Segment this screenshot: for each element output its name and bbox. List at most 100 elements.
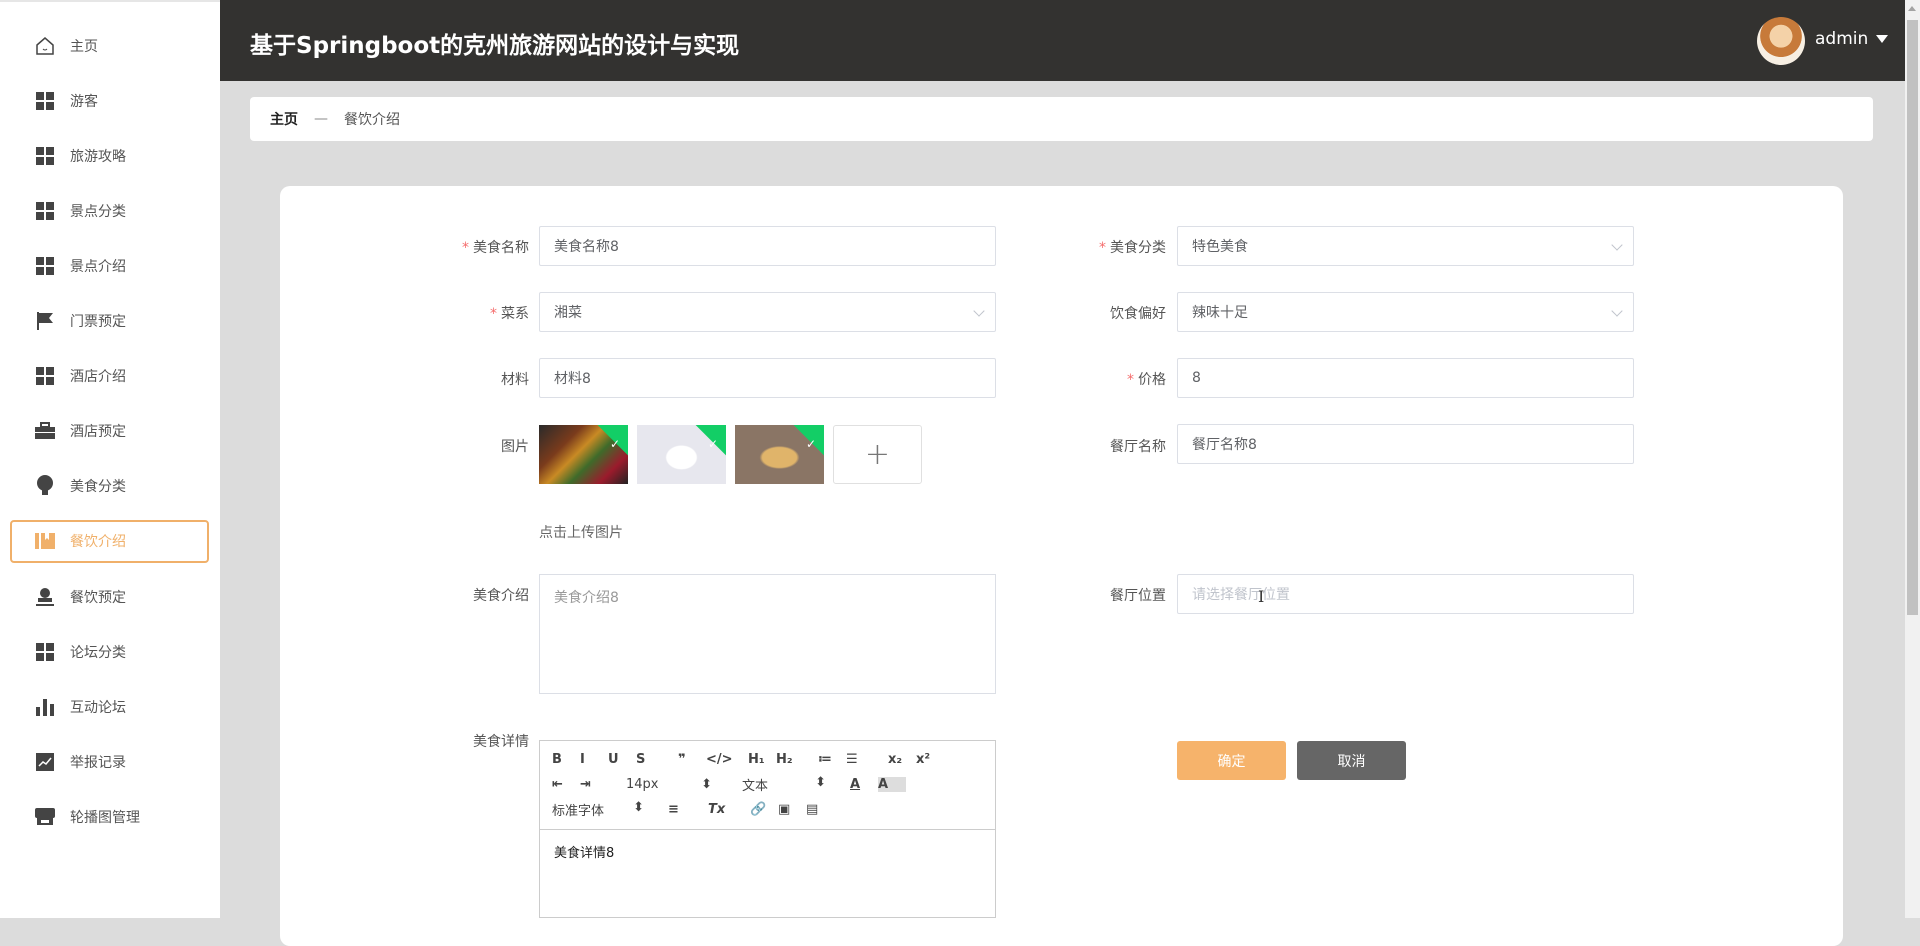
sidebar-item-0[interactable]: 主页 (10, 24, 209, 67)
sidebar-item-6[interactable]: 酒店介绍 (10, 355, 209, 398)
preference-select[interactable]: 辣味十足 (1177, 292, 1634, 332)
intro-textarea[interactable]: 美食介绍8 (539, 574, 996, 694)
subscript-button[interactable]: x₂ (888, 752, 916, 767)
sidebar-item-label: 旅游攻略 (70, 148, 126, 165)
upload-button[interactable]: + (833, 425, 922, 484)
username: admin (1815, 29, 1869, 49)
app-title: 基于Springboot的克州旅游网站的设计与实现 (250, 33, 740, 59)
sidebar-item-label: 酒店预定 (70, 424, 126, 441)
rich-text-editor: B I U S ❞ </> H₁ H₂ ≔ ☰ x₂ x² ⇤ ⇥ 14px ⬍ 文本 ⬍ A A 标准… (539, 740, 996, 918)
header-select[interactable]: 文本 ⬍ (742, 775, 826, 794)
breadcrumb-home[interactable]: 主页 (270, 109, 298, 129)
sidebar-item-14[interactable]: 轮播图管理 (10, 795, 209, 838)
chevron-down-icon (973, 305, 985, 317)
sidebar-item-label: 游客 (70, 93, 98, 110)
text-cursor-icon: I (1258, 587, 1265, 606)
name-input[interactable]: 美食名称8 (539, 226, 996, 266)
grid-icon (34, 145, 56, 167)
grid-icon (34, 200, 56, 222)
outdent-button[interactable]: ⇤ (552, 777, 580, 792)
scrollbar-thumb[interactable] (1907, 20, 1918, 615)
category-select[interactable]: 特色美食 (1177, 226, 1634, 266)
sidebar-item-label: 景点介绍 (70, 258, 126, 275)
bulb-icon (34, 475, 56, 497)
sidebar-item-1[interactable]: 游客 (10, 79, 209, 122)
indent-button[interactable]: ⇥ (580, 777, 608, 792)
superscript-button[interactable]: x² (916, 752, 944, 767)
sidebar-item-11[interactable]: 论坛分类 (10, 630, 209, 673)
upload-hint[interactable]: 点击上传图片 (539, 522, 623, 542)
align-button[interactable]: ≡ (668, 802, 696, 817)
chevron-down-icon (1611, 305, 1623, 317)
sidebar-item-label: 举报记录 (70, 754, 126, 771)
scrollbar[interactable] (1905, 0, 1920, 918)
flag-icon (34, 310, 56, 332)
background-color-button[interactable]: A (878, 777, 906, 792)
ordered-list-button[interactable]: ≔ (818, 752, 846, 767)
cuisine-select[interactable]: 湘菜 (539, 292, 996, 332)
scroll-up-icon[interactable] (1908, 6, 1916, 11)
name-label: * 美食名称 (462, 240, 529, 256)
sidebar-item-9[interactable]: 餐饮介绍 (10, 519, 209, 563)
image-icon[interactable]: ▣ (778, 802, 806, 817)
material-input[interactable]: 材料8 (539, 358, 996, 398)
video-icon[interactable]: ▤ (806, 802, 834, 817)
h1-button[interactable]: H₁ (748, 752, 776, 767)
underline-button[interactable]: U (608, 752, 636, 767)
italic-button[interactable]: I (580, 752, 608, 767)
font-family-select[interactable]: 标准字体 ⬍ (552, 800, 644, 819)
grid-icon (34, 365, 56, 387)
picture-label: 图片 (501, 439, 529, 455)
sidebar-item-10[interactable]: 餐饮预定 (10, 575, 209, 618)
line-chart-icon (34, 751, 56, 773)
link-icon[interactable]: 🔗 (750, 802, 778, 817)
sidebar-item-13[interactable]: 举报记录 (10, 740, 209, 783)
sidebar-item-7[interactable]: 酒店预定 (10, 410, 209, 453)
avatar[interactable] (1757, 17, 1805, 65)
sidebar-item-label: 餐饮预定 (70, 589, 126, 606)
bullet-list-button[interactable]: ☰ (846, 752, 874, 767)
stamp-icon (34, 586, 56, 608)
editor-toolbar: B I U S ❞ </> H₁ H₂ ≔ ☰ x₂ x² ⇤ ⇥ 14px ⬍ 文本 ⬍ A A 标准… (540, 741, 995, 830)
bold-button[interactable]: B (552, 752, 580, 767)
blockquote-button[interactable]: ❞ (678, 752, 706, 767)
restaurant-label: 餐厅名称 (1110, 439, 1166, 455)
grid-icon (34, 255, 56, 277)
font-size-select[interactable]: 14px ⬍ (626, 777, 712, 792)
sidebar-item-label: 互动论坛 (70, 699, 126, 716)
preference-label: 饮食偏好 (1110, 306, 1166, 322)
sidebar-item-2[interactable]: 旅游攻略 (10, 134, 209, 177)
food-image-1[interactable]: ✓ (539, 425, 628, 484)
breadcrumb: 主页 — 餐饮介绍 (250, 97, 1873, 141)
clear-format-button[interactable]: Tx (708, 802, 736, 817)
editor-content[interactable]: 美食详情8 (540, 830, 995, 873)
location-label: 餐厅位置 (1110, 588, 1166, 604)
sidebar-item-4[interactable]: 景点介绍 (10, 244, 209, 287)
caret-down-icon (1876, 35, 1889, 43)
food-image-2[interactable]: ✓ (637, 425, 726, 484)
sidebar-item-label: 主页 (70, 38, 98, 55)
home-icon (34, 35, 56, 57)
top-header: 基于Springboot的克州旅游网站的设计与实现 admin (220, 0, 1905, 81)
code-button[interactable]: </> (706, 752, 734, 767)
sidebar-item-12[interactable]: 互动论坛 (10, 685, 209, 728)
strike-button[interactable]: S (636, 752, 664, 767)
font-color-button[interactable]: A (850, 777, 878, 792)
location-input[interactable]: 请选择餐厅位置 (1177, 574, 1634, 614)
sidebar-item-5[interactable]: 门票预定 (10, 300, 209, 343)
book-icon (34, 530, 56, 552)
cancel-button[interactable]: 取消 (1297, 741, 1406, 780)
confirm-button[interactable]: 确定 (1177, 741, 1286, 780)
store-icon (34, 806, 56, 828)
sidebar-item-label: 酒店介绍 (70, 369, 126, 386)
food-image-3[interactable]: ✓ (735, 425, 824, 484)
price-input[interactable]: 8 (1177, 358, 1634, 398)
briefcase-icon (34, 420, 56, 442)
sidebar-item-3[interactable]: 景点分类 (10, 189, 209, 232)
user-menu[interactable]: admin (1815, 29, 1889, 49)
breadcrumb-separator: — (314, 111, 328, 127)
h2-button[interactable]: H₂ (776, 752, 804, 767)
restaurant-input[interactable]: 餐厅名称8 (1177, 424, 1634, 464)
sidebar-item-8[interactable]: 美食分类 (10, 465, 209, 508)
category-label: * 美食分类 (1099, 240, 1166, 256)
